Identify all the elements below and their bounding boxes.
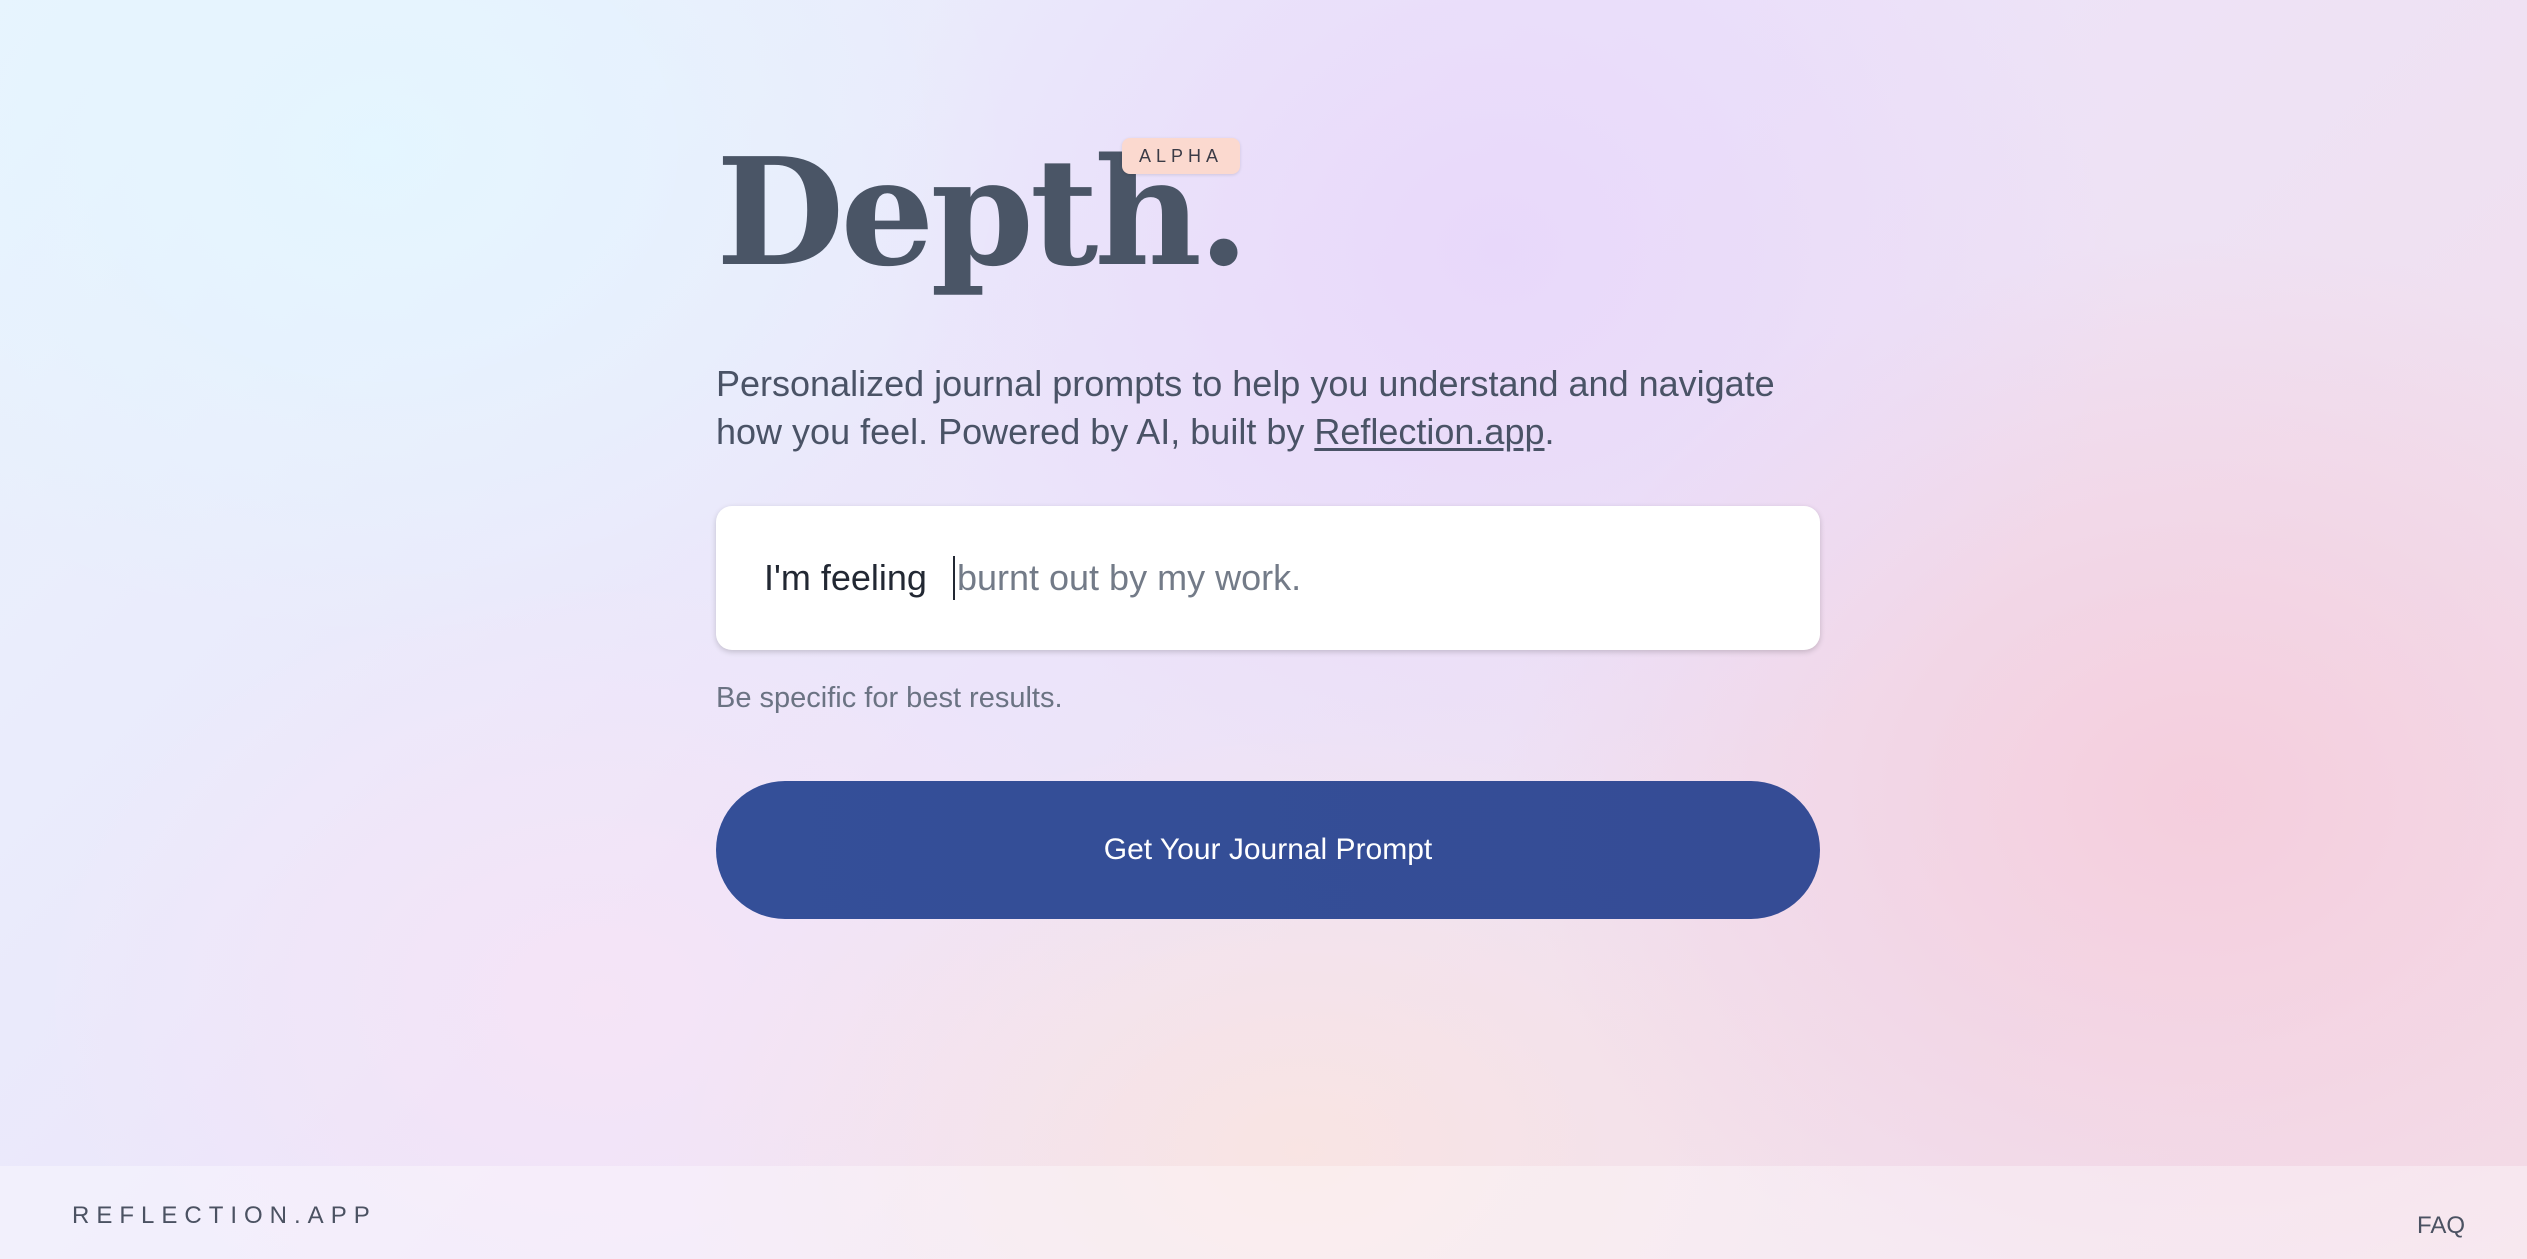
alpha-badge: ALPHA xyxy=(1122,138,1241,174)
feeling-input[interactable] xyxy=(956,557,1777,599)
feeling-input-card[interactable]: I'm feeling xyxy=(716,506,1820,650)
hint-text: Be specific for best results. xyxy=(716,682,1063,714)
get-journal-prompt-button[interactable]: Get Your Journal Prompt xyxy=(716,781,1820,919)
footer-brand: REFLECTION.APP xyxy=(72,1202,377,1229)
reflection-app-link[interactable]: Reflection.app xyxy=(1314,411,1544,452)
footer: REFLECTION.APP FAQ xyxy=(0,1166,2527,1259)
faq-link[interactable]: FAQ xyxy=(2417,1212,2465,1240)
intro-suffix: . xyxy=(1544,411,1555,452)
feeling-prefix-label: I'm feeling xyxy=(764,557,927,598)
title-block: Depth. ALPHA xyxy=(716,138,1249,308)
text-caret xyxy=(952,556,955,600)
intro-body: Personalized journal prompts to help you… xyxy=(716,363,1775,452)
intro-text: Personalized journal prompts to help you… xyxy=(716,360,1820,456)
